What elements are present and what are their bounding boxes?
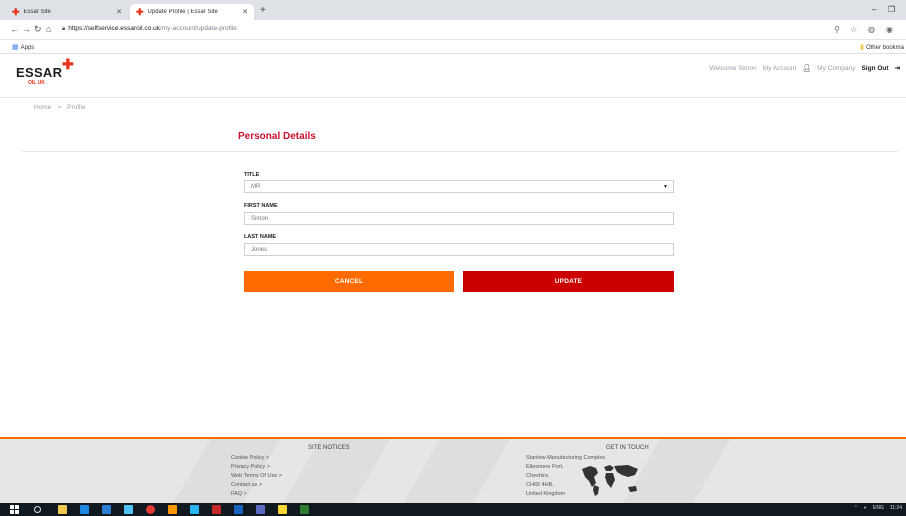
welcome-text: Welcome Simon [709,64,757,72]
last-name-input[interactable]: Jones [244,243,674,256]
address-line: United Kingdom [526,491,566,497]
search-icon[interactable] [34,506,41,513]
volume-icon[interactable]: 🔈︎ [864,505,867,511]
chrome-taskbar-icon[interactable] [146,505,155,514]
excel-taskbar-icon[interactable] [300,505,309,514]
first-name-input[interactable]: Simon [244,212,674,225]
profile-icon[interactable]: ◉ [886,25,893,34]
app-taskbar-icon[interactable] [168,505,177,514]
faq-link[interactable]: FAQ > [231,491,247,497]
tab-essar-site[interactable]: ✚ Essar Site ✕ [6,4,128,20]
network-icon[interactable]: ⌃ [854,505,858,511]
cookie-policy-link[interactable]: Cookie Policy > [231,455,269,461]
sign-out-icon: ⇥ [894,65,900,72]
clock[interactable]: 11:24 [890,505,902,511]
essar-favicon-icon: ✚ [12,6,20,17]
forward-icon[interactable]: → [22,24,31,34]
address-line: Cheshire, [526,473,550,479]
header-divider [0,97,906,98]
address-line: Ellesmere Port, [526,464,564,470]
powerpoint-taskbar-icon[interactable] [212,505,221,514]
breadcrumb-current: Profile [67,104,86,111]
windows-taskbar: ⌃ 🔈︎ ENG 11:24 [0,503,906,516]
edge-taskbar-icon[interactable] [124,505,133,514]
essar-favicon-icon: ✚ [136,6,144,17]
bookmarks-bar: ▦ Apps ▮ Other bookma [0,40,906,54]
other-bookmarks[interactable]: ▮ Other bookma [860,43,904,51]
person-icon: 👤︎ [802,65,812,72]
sign-out-link[interactable]: Sign Out [861,65,888,72]
user-nav: Welcome Simon My Account 👤︎ My Company S… [709,64,900,73]
my-company-link[interactable]: My Company [817,65,855,72]
my-account-link[interactable]: My Account [763,65,797,72]
apps-bookmark[interactable]: ▦ Apps [12,43,34,51]
folder-taskbar-icon[interactable] [278,505,287,514]
star-icon[interactable]: ☆ [850,25,857,34]
tab-title: Update Profile | Essar Site [147,9,218,15]
url-field[interactable]: 🔒︎ https://selfservice.essaroil.co.uk/my-… [62,25,237,33]
minimize-icon[interactable]: – [872,5,876,14]
tab-title: Essar Site [23,9,51,15]
system-tray: ⌃ 🔈︎ ENG 11:24 [854,505,902,511]
web-terms-link[interactable]: Web Terms Of Use > [231,473,282,479]
extension-icon[interactable]: ◍ [868,25,875,34]
address-line: CH65 4HB, [526,482,554,488]
zoom-icon[interactable]: ⚲ [834,25,840,34]
new-tab-button[interactable]: + [260,5,266,16]
close-icon[interactable]: ✕ [116,8,122,16]
address-bar: ← → ↻ ⌂ 🔒︎ https://selfservice.essaroil.c… [0,20,906,40]
language-indicator[interactable]: ENG [873,505,884,511]
back-icon[interactable]: ← [10,24,19,34]
essar-cross-icon: ✚ [62,56,74,72]
folder-icon: ▮ [860,44,864,51]
title-label: TITLE [244,172,260,178]
lock-icon: 🔒︎ [62,26,66,32]
get-in-touch-heading: GET IN TOUCH [606,445,649,451]
restore-icon[interactable]: ❐ [888,5,895,14]
update-button[interactable]: UPDATE [463,271,674,292]
skype-taskbar-icon[interactable] [102,505,111,514]
essar-logo[interactable]: ESSAR ✚ OIL UK [16,56,74,86]
browser-tab-bar: ✚ Essar Site ✕ ✚ Update Profile | Essar … [0,0,906,20]
privacy-policy-link[interactable]: Privacy Policy > [231,464,270,470]
footer-stripe [399,439,511,503]
tab-update-profile[interactable]: ✚ Update Profile | Essar Site ✕ [130,4,254,20]
teams-taskbar-icon[interactable] [256,505,265,514]
address-line: Stanlow Manufacturing Complex [526,455,606,461]
windows-start-icon[interactable] [10,505,19,514]
explorer-taskbar-icon[interactable] [58,505,67,514]
cancel-button[interactable]: CANCEL [244,271,454,292]
reload-icon[interactable]: ↻ [34,24,42,35]
last-name-label: LAST NAME [244,234,277,240]
breadcrumb-home[interactable]: Home [34,104,51,111]
outlook-taskbar-icon[interactable] [80,505,89,514]
breadcrumb-separator: > [57,104,62,111]
breadcrumb: Home > Profile [34,104,86,111]
title-divider [22,151,898,152]
footer: SITE NOTICES Cookie Policy > Privacy Pol… [0,437,906,503]
chevron-down-icon: ▼ [663,184,668,190]
word-taskbar-icon[interactable] [234,505,243,514]
title-select[interactable]: MR ▼ [244,180,674,193]
world-map-icon [582,465,638,496]
apps-grid-icon: ▦ [12,44,19,51]
first-name-label: FIRST NAME [244,203,278,209]
home-icon[interactable]: ⌂ [46,24,51,34]
page-title: Personal Details [238,131,316,142]
footer-stripe [169,439,281,503]
site-notices-heading: SITE NOTICES [308,445,350,451]
close-icon[interactable]: ✕ [242,8,248,16]
contact-us-link[interactable]: Contact us > [231,482,262,488]
settings-taskbar-icon[interactable] [190,505,199,514]
